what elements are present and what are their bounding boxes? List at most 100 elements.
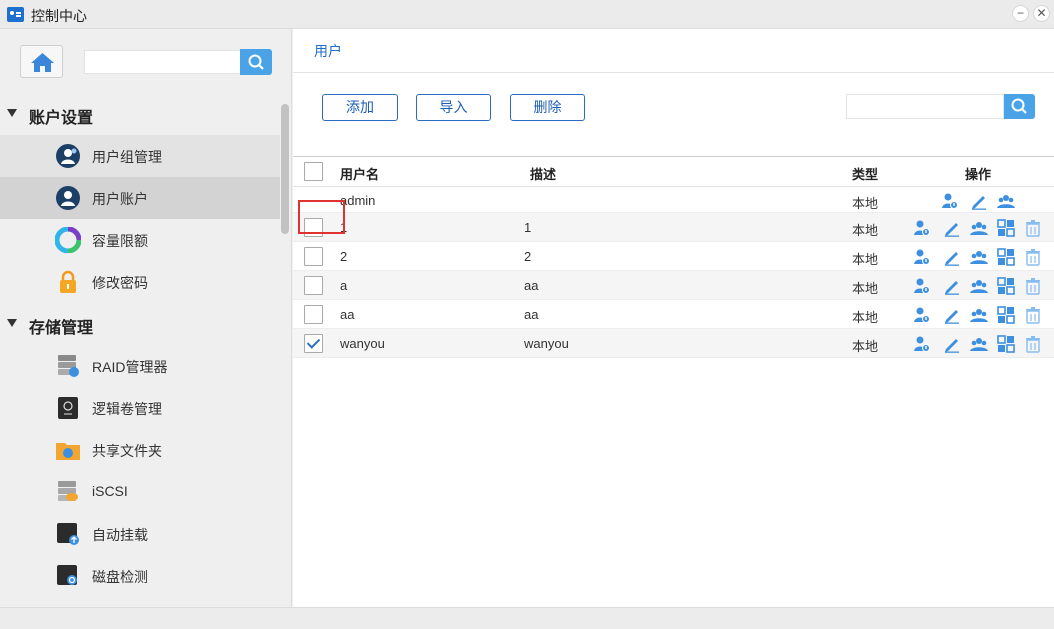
sidebar-item-label: 用户账户 [92,191,148,207]
window-title: 控制中心 [31,8,87,24]
row-checkbox[interactable] [304,276,323,295]
edit-icon[interactable] [943,248,961,266]
sidebar-search-button[interactable] [240,49,272,75]
key-user-icon[interactable] [913,277,931,295]
sidebar-item-automount[interactable]: 自动挂载 [0,513,280,555]
sidebar-item-label: iSCSI [92,483,128,499]
section-storage-management[interactable]: 存储管理 [0,306,280,342]
row-checkbox[interactable] [304,247,323,266]
apps-icon[interactable] [997,335,1015,353]
sidebar-item-label: 用户组管理 [92,149,162,165]
sidebar-item-label: RAID管理器 [92,359,168,375]
selection-highlight [298,200,345,234]
edit-icon[interactable] [943,219,961,237]
apps-icon[interactable] [997,306,1015,324]
shared-folder-icon [56,443,80,460]
apps-icon[interactable] [997,219,1015,237]
table-row[interactable]: admin 本地 [293,188,1054,213]
key-user-icon[interactable] [913,335,931,353]
close-button[interactable]: ✕ [1033,5,1050,22]
trash-icon[interactable] [1024,306,1042,324]
select-all-checkbox[interactable] [304,162,323,181]
cell-type: 本地 [852,252,879,267]
home-button[interactable] [20,45,63,78]
apps-icon[interactable] [997,277,1015,295]
sidebar-item-user-account[interactable]: 用户账户 [0,177,280,219]
group-icon[interactable] [970,277,988,295]
group-icon[interactable] [970,248,988,266]
section-label: 存储管理 [29,320,94,337]
sidebar-item-label: 容量限额 [92,233,148,249]
trash-icon[interactable] [1024,335,1042,353]
automount-icon [57,523,79,545]
trash-icon[interactable] [1024,248,1042,266]
iscsi-icon [58,481,78,501]
cell-username: wanyou [340,336,385,351]
group-icon[interactable] [970,306,988,324]
column-header-actions: 操作 [965,167,992,182]
breadcrumb[interactable]: 用户 [314,41,342,61]
cell-username: admin [340,193,376,208]
sidebar-item-iscsi[interactable]: iSCSI [0,471,280,513]
edit-icon[interactable] [943,277,961,295]
edit-icon[interactable] [943,306,961,324]
cell-description: aa [524,278,539,293]
section-account-settings[interactable]: 账户设置 [0,96,280,132]
delete-button[interactable]: 删除 [510,94,585,121]
raid-icon [58,355,79,377]
sidebar-item-change-password[interactable]: 修改密码 [0,261,280,303]
home-icon [31,53,54,72]
row-checkbox[interactable] [304,305,323,324]
cell-type: 本地 [852,196,879,211]
group-icon[interactable] [970,335,988,353]
section-label: 账户设置 [29,110,94,127]
divider [293,72,1054,73]
key-user-icon[interactable] [941,192,959,210]
user-search-input[interactable] [846,94,1004,119]
table-row[interactable]: 2 2 本地 [293,242,1054,271]
column-header-type[interactable]: 类型 [852,164,878,183]
table-row[interactable]: a aa 本地 [293,271,1054,300]
sidebar-item-label: 自动挂载 [92,527,148,543]
column-header-username[interactable]: 用户名 [340,164,379,183]
table-row[interactable]: 1 1 本地 [293,213,1054,242]
sidebar-item-disk-check[interactable]: 磁盘检测 [0,555,280,597]
search-icon [248,54,264,70]
cell-description: wanyou [524,336,569,351]
user-group-icon [56,144,80,168]
sidebar-item-user-group[interactable]: 用户组管理 [0,135,280,177]
key-user-icon[interactable] [913,306,931,324]
key-user-icon[interactable] [913,248,931,266]
disk-check-icon [57,565,77,585]
cell-username: 2 [340,249,348,264]
sidebar-item-quota[interactable]: 容量限额 [0,219,280,261]
trash-icon[interactable] [1024,219,1042,237]
add-button[interactable]: 添加 [322,94,398,121]
cell-description: 1 [524,220,532,235]
edit-icon[interactable] [970,192,988,210]
apps-icon[interactable] [997,248,1015,266]
minimize-button[interactable]: − [1012,5,1029,22]
table-row[interactable]: aa aa 本地 [293,300,1054,329]
sidebar-item-label: 磁盘检测 [92,569,148,585]
sidebar-item-label: 逻辑卷管理 [92,401,162,417]
search-icon [1011,98,1027,114]
sidebar-item-shared-folder[interactable]: 共享文件夹 [0,429,280,471]
group-icon[interactable] [997,192,1015,210]
trash-icon[interactable] [1024,277,1042,295]
sidebar-search-input[interactable] [84,50,241,74]
group-icon[interactable] [970,219,988,237]
sidebar-item-raid[interactable]: RAID管理器 [0,345,280,387]
cell-username: a [340,278,348,293]
sidebar-scrollbar[interactable] [281,104,289,234]
user-search-button[interactable] [1004,94,1035,119]
column-header-description[interactable]: 描述 [530,164,556,183]
key-user-icon[interactable] [913,219,931,237]
edit-icon[interactable] [943,335,961,353]
table-row[interactable]: wanyou wanyou 本地 [293,329,1054,358]
sidebar-item-logical-volume[interactable]: 逻辑卷管理 [0,387,280,429]
cell-description: aa [524,307,539,322]
row-checkbox[interactable] [304,334,323,353]
import-button[interactable]: 导入 [416,94,491,121]
cell-username: aa [340,307,355,322]
